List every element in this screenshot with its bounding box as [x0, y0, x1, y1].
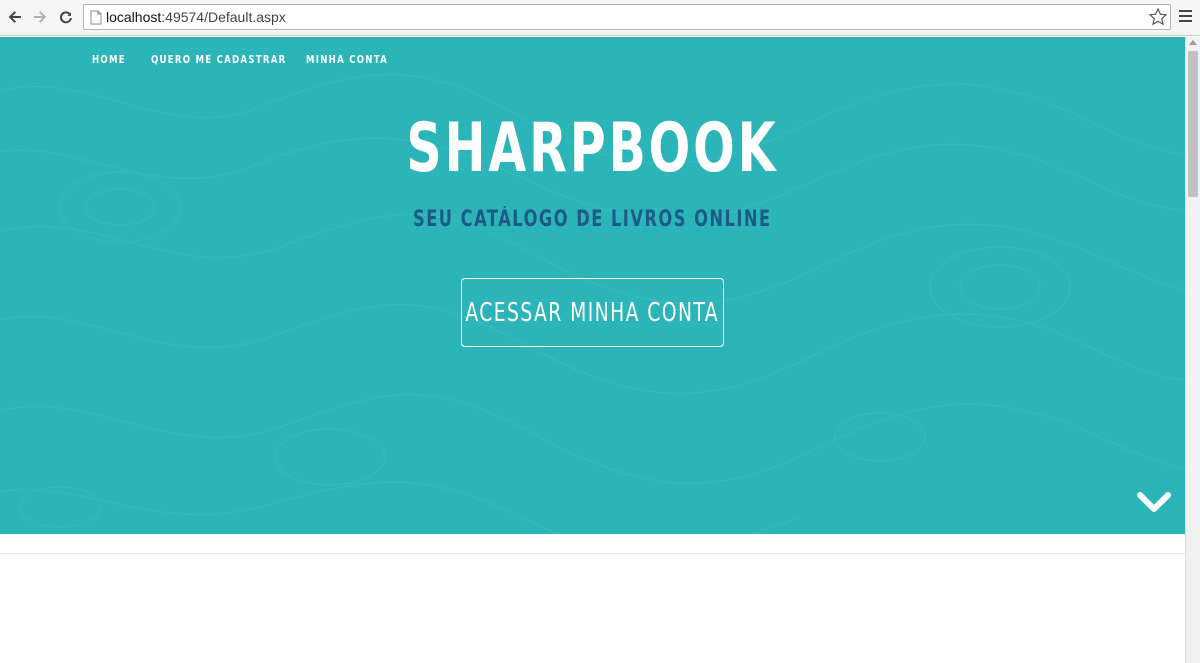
- page-title: SHARPBOOK: [0, 109, 1185, 188]
- top-navigation: HOME QUERO ME CADASTRAR MINHA CONTA: [92, 53, 387, 66]
- url-path: :49574/Default.aspx: [161, 9, 286, 25]
- browser-toolbar: localhost:49574/Default.aspx: [0, 0, 1200, 36]
- star-icon[interactable]: [1148, 7, 1168, 27]
- reload-button[interactable]: [56, 7, 76, 27]
- scroll-up-arrow-icon[interactable]: [1189, 40, 1197, 45]
- access-account-button-label: ACESSAR MINHA CONTA: [465, 297, 720, 328]
- forward-button[interactable]: [30, 7, 50, 27]
- page-viewport: HOME QUERO ME CADASTRAR MINHA CONTA SHAR…: [0, 37, 1185, 663]
- nav-item-home[interactable]: HOME: [92, 53, 125, 66]
- forward-arrow-icon: [34, 11, 47, 23]
- hamburger-menu-icon[interactable]: [1176, 8, 1194, 26]
- section-divider: [0, 553, 1185, 554]
- chevron-down-icon[interactable]: [1137, 491, 1171, 515]
- back-button[interactable]: [5, 7, 25, 27]
- hero-section: HOME QUERO ME CADASTRAR MINHA CONTA SHAR…: [0, 37, 1185, 534]
- access-account-button[interactable]: ACESSAR MINHA CONTA: [461, 278, 724, 347]
- page-icon: [90, 10, 102, 25]
- page-subtitle: SEU CATÁLOGO DE LIVROS ONLINE: [0, 207, 1185, 232]
- address-bar[interactable]: localhost:49574/Default.aspx: [83, 4, 1171, 30]
- nav-item-quero-me-cadastrar[interactable]: QUERO ME CADASTRAR: [151, 53, 285, 66]
- nav-item-minha-conta[interactable]: MINHA CONTA: [306, 53, 387, 66]
- reload-icon: [59, 11, 72, 24]
- url-host: localhost: [106, 9, 162, 25]
- url-text: localhost:49574/Default.aspx: [106, 9, 286, 25]
- page-title-text: SHARPBOOK: [406, 109, 779, 188]
- page-subtitle-text: SEU CATÁLOGO DE LIVROS ONLINE: [413, 207, 772, 232]
- scrollbar-thumb[interactable]: [1188, 51, 1198, 197]
- vertical-scrollbar[interactable]: [1185, 37, 1200, 663]
- back-arrow-icon: [8, 11, 21, 23]
